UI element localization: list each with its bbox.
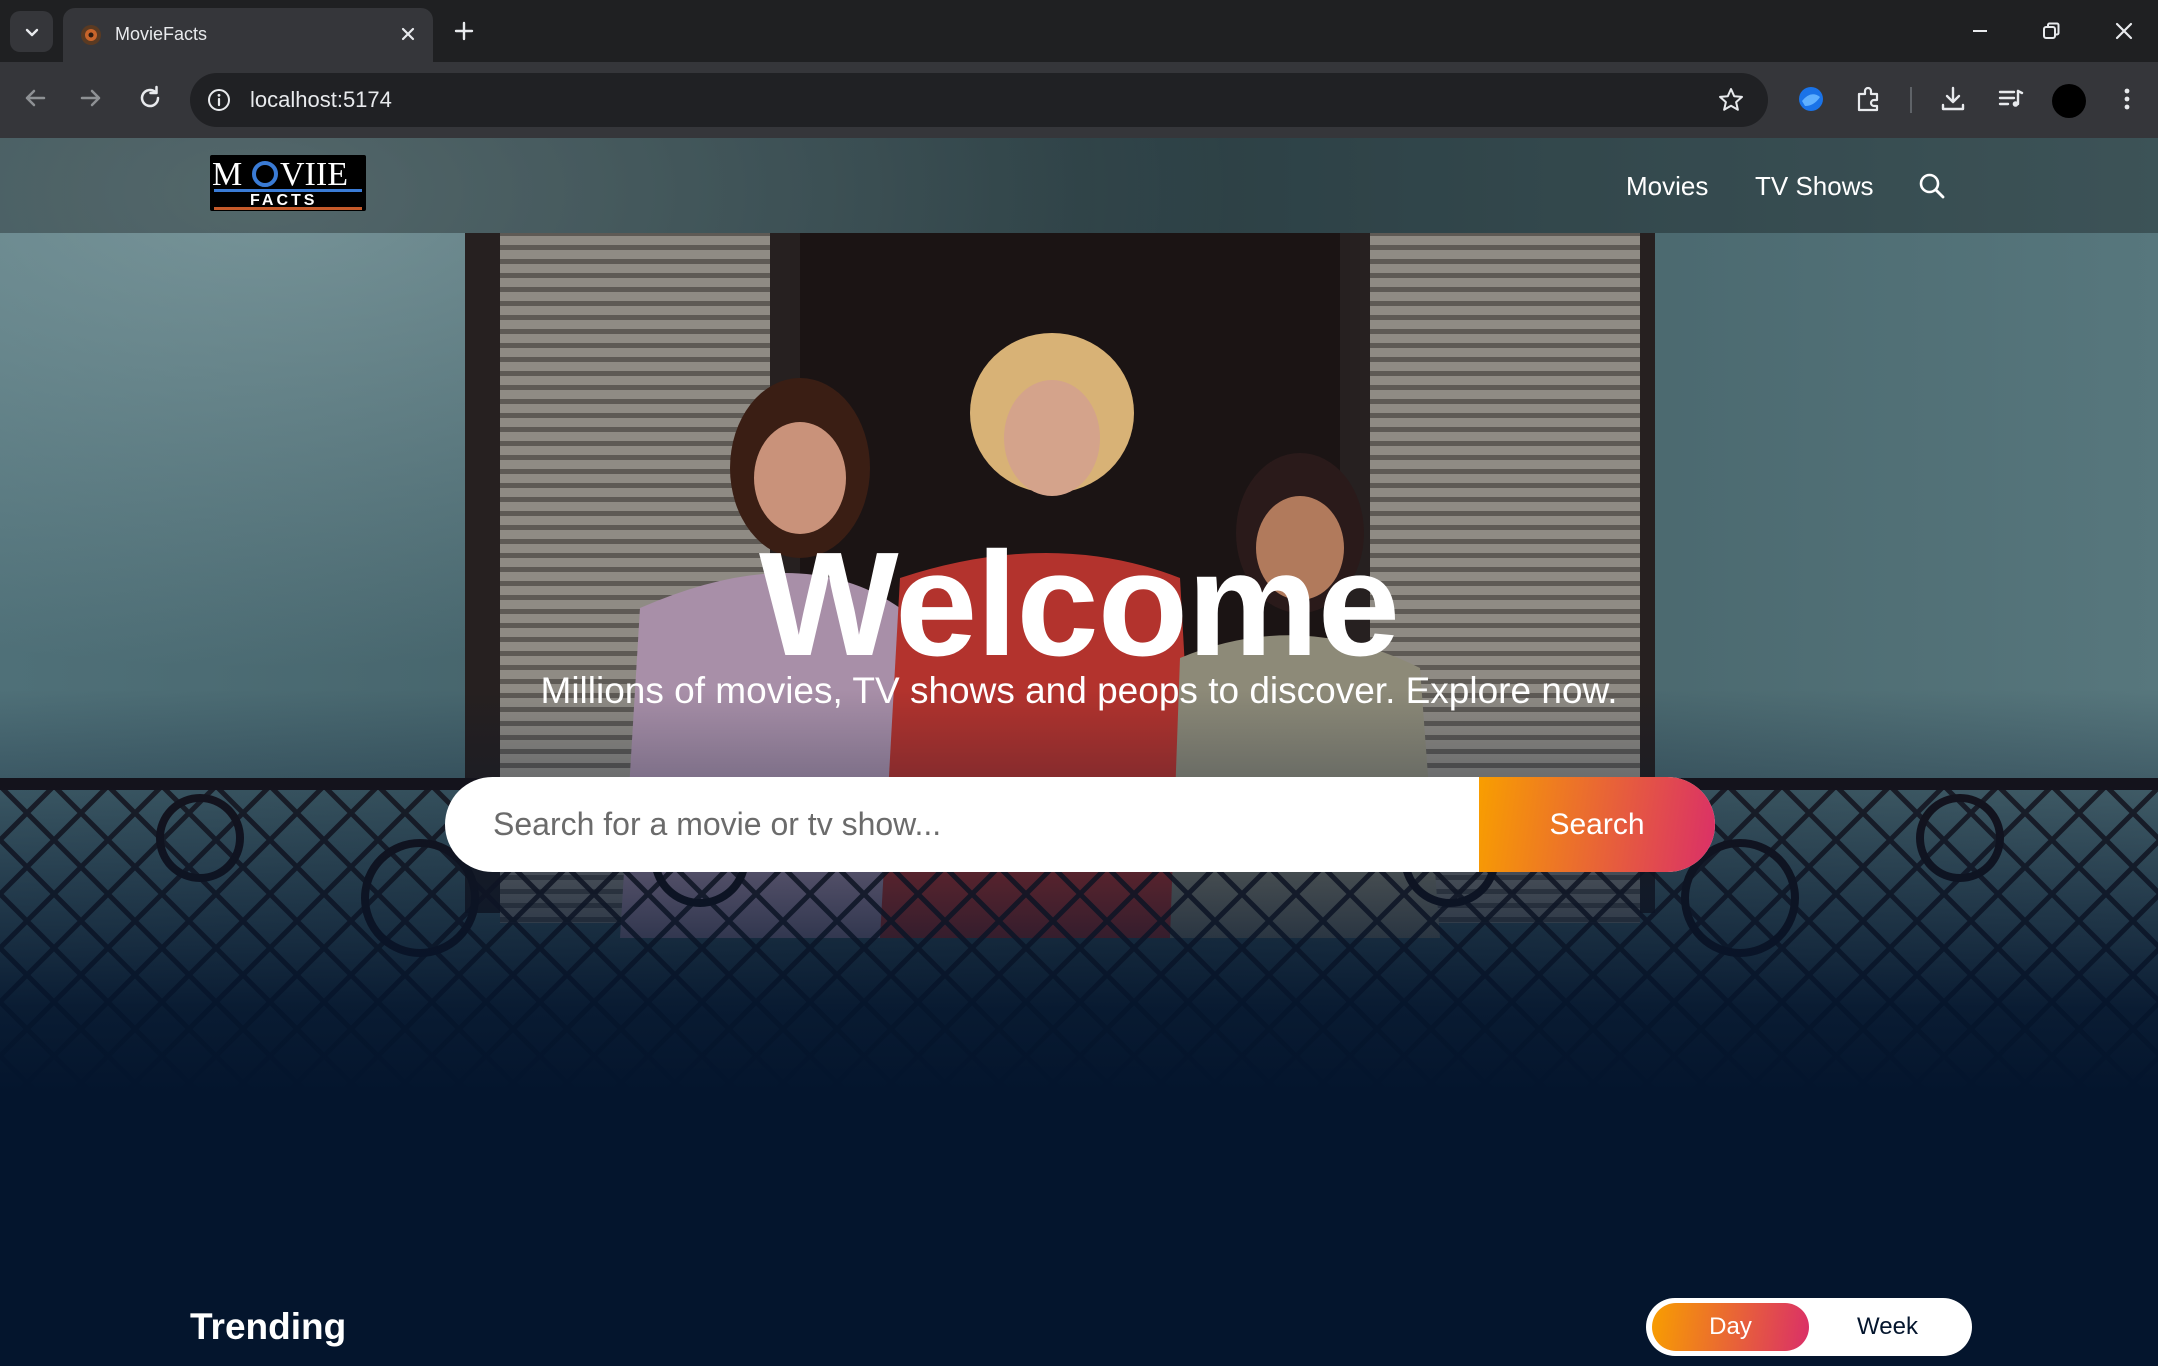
reload-icon[interactable] xyxy=(134,82,166,114)
toolbar-divider xyxy=(1910,87,1912,113)
bookmark-star-icon[interactable] xyxy=(1716,85,1746,115)
url-text[interactable]: localhost:5174 xyxy=(250,86,392,114)
restore-icon[interactable] xyxy=(2037,17,2065,45)
browser-toolbar: localhost:5174 xyxy=(0,62,2158,138)
svg-text:M: M xyxy=(212,156,242,193)
minimize-icon[interactable] xyxy=(1966,17,1994,45)
close-window-icon[interactable] xyxy=(2110,17,2138,45)
site-info-icon[interactable] xyxy=(206,87,232,113)
extension-shield-icon[interactable] xyxy=(1794,82,1828,116)
site-header: M VIIE FACTS Movies TV Shows xyxy=(0,138,2158,233)
new-tab-icon[interactable] xyxy=(449,16,479,46)
hero-subtitle: Millions of movies, TV shows and peops t… xyxy=(540,670,1618,711)
back-icon[interactable] xyxy=(19,82,51,114)
close-tab-icon[interactable] xyxy=(397,23,419,45)
trending-switch: Day Week xyxy=(1646,1298,1972,1356)
search-button[interactable]: Search xyxy=(1479,777,1715,872)
address-bar[interactable]: localhost:5174 xyxy=(190,73,1768,127)
hero-title: Welcome xyxy=(758,522,1400,687)
search-input[interactable] xyxy=(445,777,1479,872)
moviefacts-logo[interactable]: M VIIE FACTS xyxy=(210,155,366,211)
more-menu-icon[interactable] xyxy=(2110,82,2144,116)
tab-search-button[interactable] xyxy=(10,11,53,52)
chevron-down-icon xyxy=(25,28,38,36)
profile-avatar[interactable] xyxy=(2052,84,2086,118)
favicon-icon xyxy=(81,25,101,45)
forward-icon[interactable] xyxy=(75,82,107,114)
svg-text:VIIE: VIIE xyxy=(280,156,348,193)
tab-day[interactable]: Day xyxy=(1652,1303,1809,1351)
search-icon[interactable] xyxy=(1917,171,1947,201)
media-controls-icon[interactable] xyxy=(1994,82,2028,116)
nav-movies[interactable]: Movies xyxy=(1626,171,1708,201)
download-icon[interactable] xyxy=(1936,82,1970,116)
tab-week[interactable]: Week xyxy=(1809,1303,1966,1351)
logo-mark-icon: M VIIE FACTS xyxy=(212,156,362,210)
browser-tab[interactable]: MovieFacts xyxy=(63,8,433,62)
tab-title: MovieFacts xyxy=(115,24,208,44)
browser-tab-strip: MovieFacts xyxy=(0,0,2158,62)
hero-banner: M VIIE FACTS Movies TV Shows Welcome Mil… xyxy=(0,138,2158,1198)
hero-search-bar: Search xyxy=(445,777,1715,872)
extensions-puzzle-icon[interactable] xyxy=(1852,82,1886,116)
page: M VIIE FACTS Movies TV Shows Welcome Mil… xyxy=(0,138,2158,1366)
nav-tv-shows[interactable]: TV Shows xyxy=(1755,171,1874,201)
svg-text:FACTS: FACTS xyxy=(250,192,317,209)
trending-title: Trending xyxy=(190,1306,347,1347)
